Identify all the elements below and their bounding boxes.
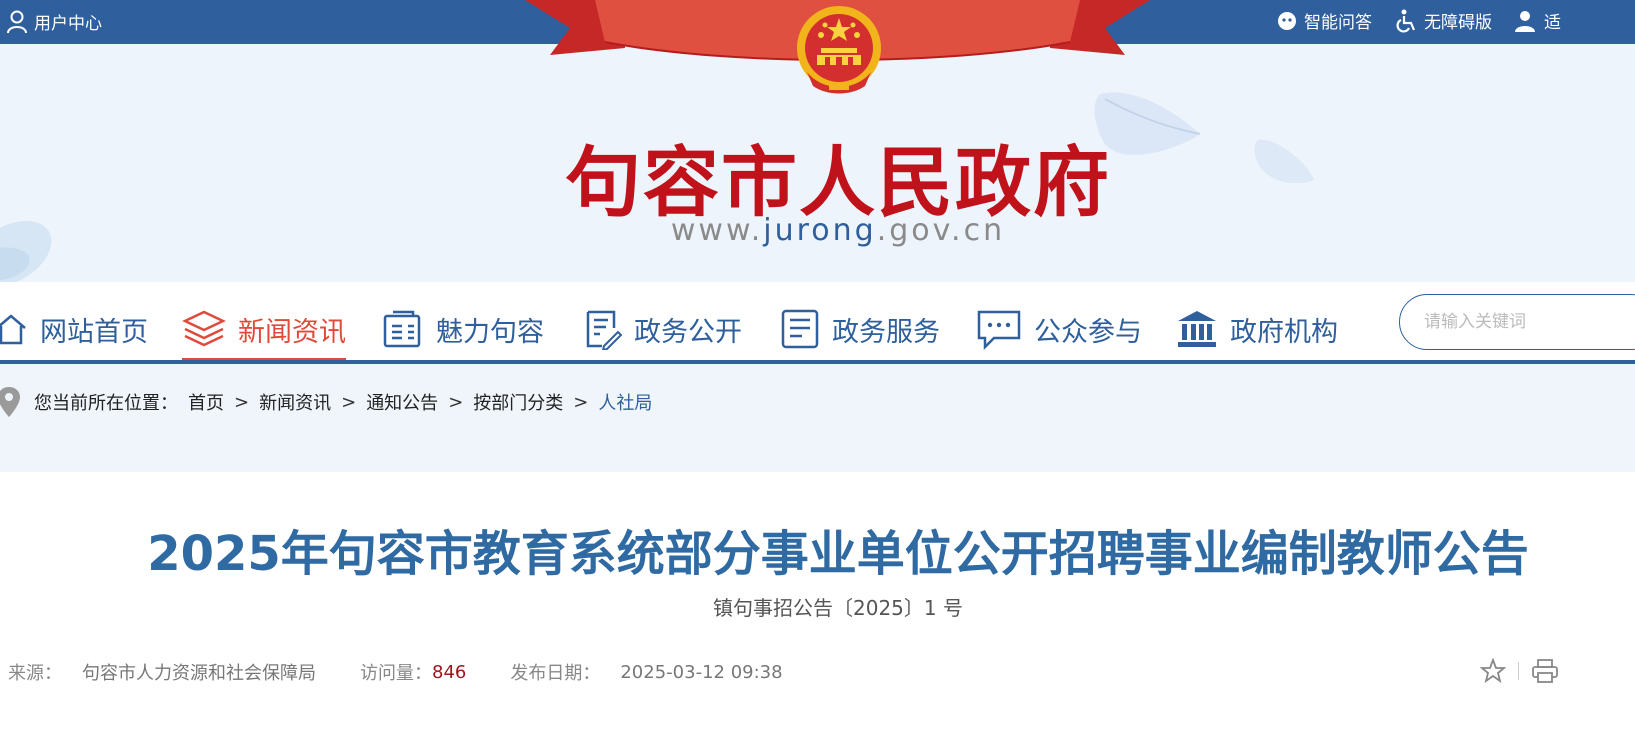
nav-item-gov-service[interactable]: 政务服务 — [780, 298, 940, 360]
star-icon[interactable] — [1480, 658, 1506, 684]
home-icon — [0, 314, 26, 345]
date-label: 发布日期： — [510, 663, 601, 684]
layers-icon — [182, 310, 226, 347]
user-center-label: 用户中心 — [34, 14, 102, 34]
article-tools — [1480, 658, 1559, 684]
search-input[interactable] — [1424, 295, 1624, 349]
elder-icon — [1515, 10, 1535, 32]
nav-item-label: 政府机构 — [1230, 316, 1338, 348]
accessibility-label: 无障碍版 — [1424, 13, 1492, 33]
breadcrumb-bar: 您当前所在位置： 首页 > 新闻资讯 > 通知公告 > 按部门分类 > 人社局 — [0, 364, 1635, 472]
chat-bot-icon — [1278, 11, 1296, 30]
smart-qa-label: 智能问答 — [1304, 13, 1372, 33]
nav-item-label: 网站首页 — [40, 316, 148, 348]
accessibility-link[interactable]: 无障碍版 — [1394, 8, 1492, 33]
nav-item-label: 政务公开 — [634, 316, 742, 348]
page: 句容市人民政府 www.jurong.gov.cn 用户中心 智能问答 无障碍版… — [0, 0, 1635, 734]
nav-item-home[interactable]: 网站首页 — [0, 298, 148, 360]
views-label: 访问量： — [360, 663, 432, 684]
top-bar-tools: 智能问答 无障碍版 适 — [1276, 8, 1561, 33]
nav-item-charm[interactable]: 魅力句容 — [382, 298, 544, 360]
site-url: www.jurong.gov.cn — [670, 213, 1006, 248]
nav-item-label: 魅力句容 — [436, 316, 544, 348]
search-box — [1399, 294, 1635, 350]
elder-mode-label: 适 — [1544, 13, 1561, 33]
elder-mode-link[interactable]: 适 — [1514, 8, 1561, 33]
list-icon — [781, 309, 819, 349]
smart-qa-link[interactable]: 智能问答 — [1276, 8, 1372, 33]
national-emblem-icon — [797, 6, 881, 94]
nav-item-participate[interactable]: 公众参与 — [976, 298, 1142, 360]
source-label: 来源： — [8, 663, 62, 684]
chat-icon — [977, 310, 1021, 350]
breadcrumb-link-news[interactable]: 新闻资讯 — [259, 389, 331, 415]
breadcrumb-current[interactable]: 人社局 — [598, 389, 652, 415]
edit-document-icon — [586, 310, 622, 350]
nav-item-gov-open[interactable]: 政务公开 — [584, 298, 742, 360]
document-icon — [383, 310, 421, 348]
breadcrumb-separator: > — [573, 391, 589, 413]
nav-item-news[interactable]: 新闻资讯 — [182, 298, 346, 362]
breadcrumb-label: 您当前所在位置： — [34, 393, 178, 414]
nav-item-label: 新闻资讯 — [238, 316, 346, 348]
views-count: 846 — [432, 661, 467, 683]
nav-item-label: 公众参与 — [1034, 316, 1142, 348]
source-value: 句容市人力资源和社会保障局 — [82, 663, 316, 684]
nav-item-label: 政务服务 — [832, 316, 940, 348]
breadcrumb-separator: > — [341, 391, 357, 413]
tools-divider — [1518, 662, 1519, 680]
article-meta: 来源： 句容市人力资源和社会保障局 访问量： 846 发布日期： 2025-03… — [8, 659, 783, 685]
institution-icon — [1178, 311, 1216, 347]
breadcrumb-link-by-department[interactable]: 按部门分类 — [473, 389, 563, 415]
main-nav: 网站首页 新闻资讯 魅力句容 政务公开 政务服务 公众参与 政府机构 请输入关键… — [0, 282, 1635, 364]
article-title: 2025年句容市教育系统部分事业单位公开招聘事业编制教师公告 — [147, 526, 1529, 582]
location-pin-icon — [0, 387, 20, 417]
nav-item-institutions[interactable]: 政府机构 — [1176, 298, 1338, 360]
print-icon[interactable] — [1531, 658, 1559, 684]
article-doc-number: 镇句事招公告〔2025〕1 号 — [713, 596, 963, 620]
breadcrumb-separator: > — [234, 391, 250, 413]
user-center-link[interactable]: 用户中心 — [6, 9, 102, 34]
breadcrumb: 您当前所在位置： 首页 > 新闻资讯 > 通知公告 > 按部门分类 > 人社局 — [0, 386, 652, 418]
user-icon — [7, 10, 27, 33]
breadcrumb-separator: > — [448, 391, 464, 413]
breadcrumb-link-home[interactable]: 首页 — [188, 389, 224, 415]
wheelchair-icon — [1396, 9, 1416, 32]
breadcrumb-link-notices[interactable]: 通知公告 — [366, 389, 438, 415]
publish-date: 2025-03-12 09:38 — [620, 661, 783, 683]
